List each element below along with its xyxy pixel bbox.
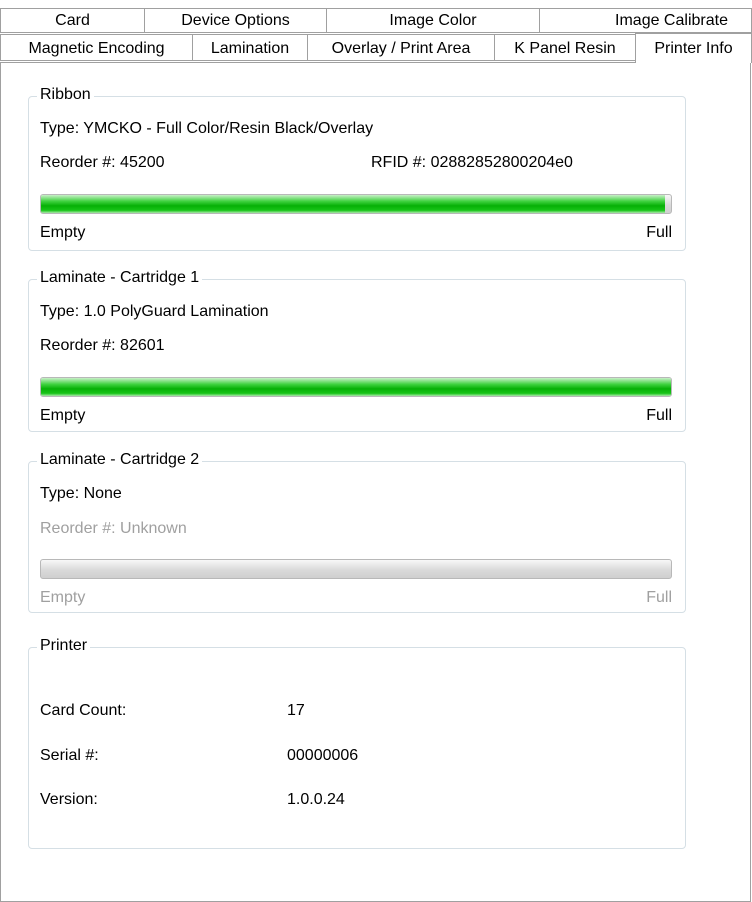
ribbon-type: Type: YMCKO - Full Color/Resin Black/Ove… <box>40 120 374 137</box>
laminate-1-empty-label: Empty <box>40 407 86 424</box>
laminate-1-level-fill <box>41 378 671 396</box>
printer-info-panel: Ribbon Type: YMCKO - Full Color/Resin Bl… <box>0 62 751 902</box>
laminate-cartridge-2-group: Laminate - Cartridge 2 Type: None Reorde… <box>28 449 686 613</box>
serial-label: Serial #: <box>40 747 99 764</box>
tab-magnetic-encoding[interactable]: Magnetic Encoding <box>0 34 193 61</box>
laminate-2-level-bar <box>40 559 672 579</box>
tab-device-options[interactable]: Device Options <box>144 8 327 33</box>
tab-image-calibrate[interactable]: Image Calibrate <box>539 8 752 33</box>
ribbon-full-label: Full <box>646 224 672 241</box>
tab-printer-info[interactable]: Printer Info <box>635 33 752 63</box>
ribbon-reorder: Reorder #: 45200 <box>40 154 165 171</box>
version-value: 1.0.0.24 <box>287 791 345 808</box>
card-count-value: 17 <box>287 702 305 719</box>
ribbon-level-fill <box>41 195 665 213</box>
laminate-cartridge-1-group: Laminate - Cartridge 1 Type: 1.0 PolyGua… <box>28 267 686 432</box>
laminate-1-reorder: Reorder #: 82601 <box>40 337 165 354</box>
tab-image-color[interactable]: Image Color <box>326 8 540 33</box>
ribbon-empty-label: Empty <box>40 224 86 241</box>
laminate-2-full-label: Full <box>646 589 672 606</box>
ribbon-group: Ribbon Type: YMCKO - Full Color/Resin Bl… <box>28 84 686 251</box>
printer-group: Printer Card Count: 17 Serial #: 0000000… <box>28 635 686 849</box>
laminate-1-type: Type: 1.0 PolyGuard Lamination <box>40 303 269 320</box>
laminate-1-legend: Laminate - Cartridge 1 <box>37 267 203 289</box>
tab-card[interactable]: Card <box>0 8 145 33</box>
laminate-2-empty-label: Empty <box>40 589 86 606</box>
ribbon-rfid: RFID #: 02882852800204e0 <box>371 154 573 171</box>
ribbon-legend: Ribbon <box>37 84 94 106</box>
laminate-1-full-label: Full <box>646 407 672 424</box>
laminate-2-legend: Laminate - Cartridge 2 <box>37 449 203 471</box>
tab-k-panel-resin[interactable]: K Panel Resin <box>494 34 636 61</box>
tab-lamination[interactable]: Lamination <box>192 34 308 61</box>
laminate-2-type: Type: None <box>40 485 122 502</box>
serial-value: 00000006 <box>287 747 359 764</box>
laminate-2-reorder: Reorder #: Unknown <box>40 520 187 537</box>
laminate-1-level-bar <box>40 377 672 397</box>
ribbon-level-bar <box>40 194 672 214</box>
tab-overlay-print-area[interactable]: Overlay / Print Area <box>307 34 495 61</box>
version-label: Version: <box>40 791 98 808</box>
printer-legend: Printer <box>37 635 91 657</box>
card-count-label: Card Count: <box>40 702 127 719</box>
